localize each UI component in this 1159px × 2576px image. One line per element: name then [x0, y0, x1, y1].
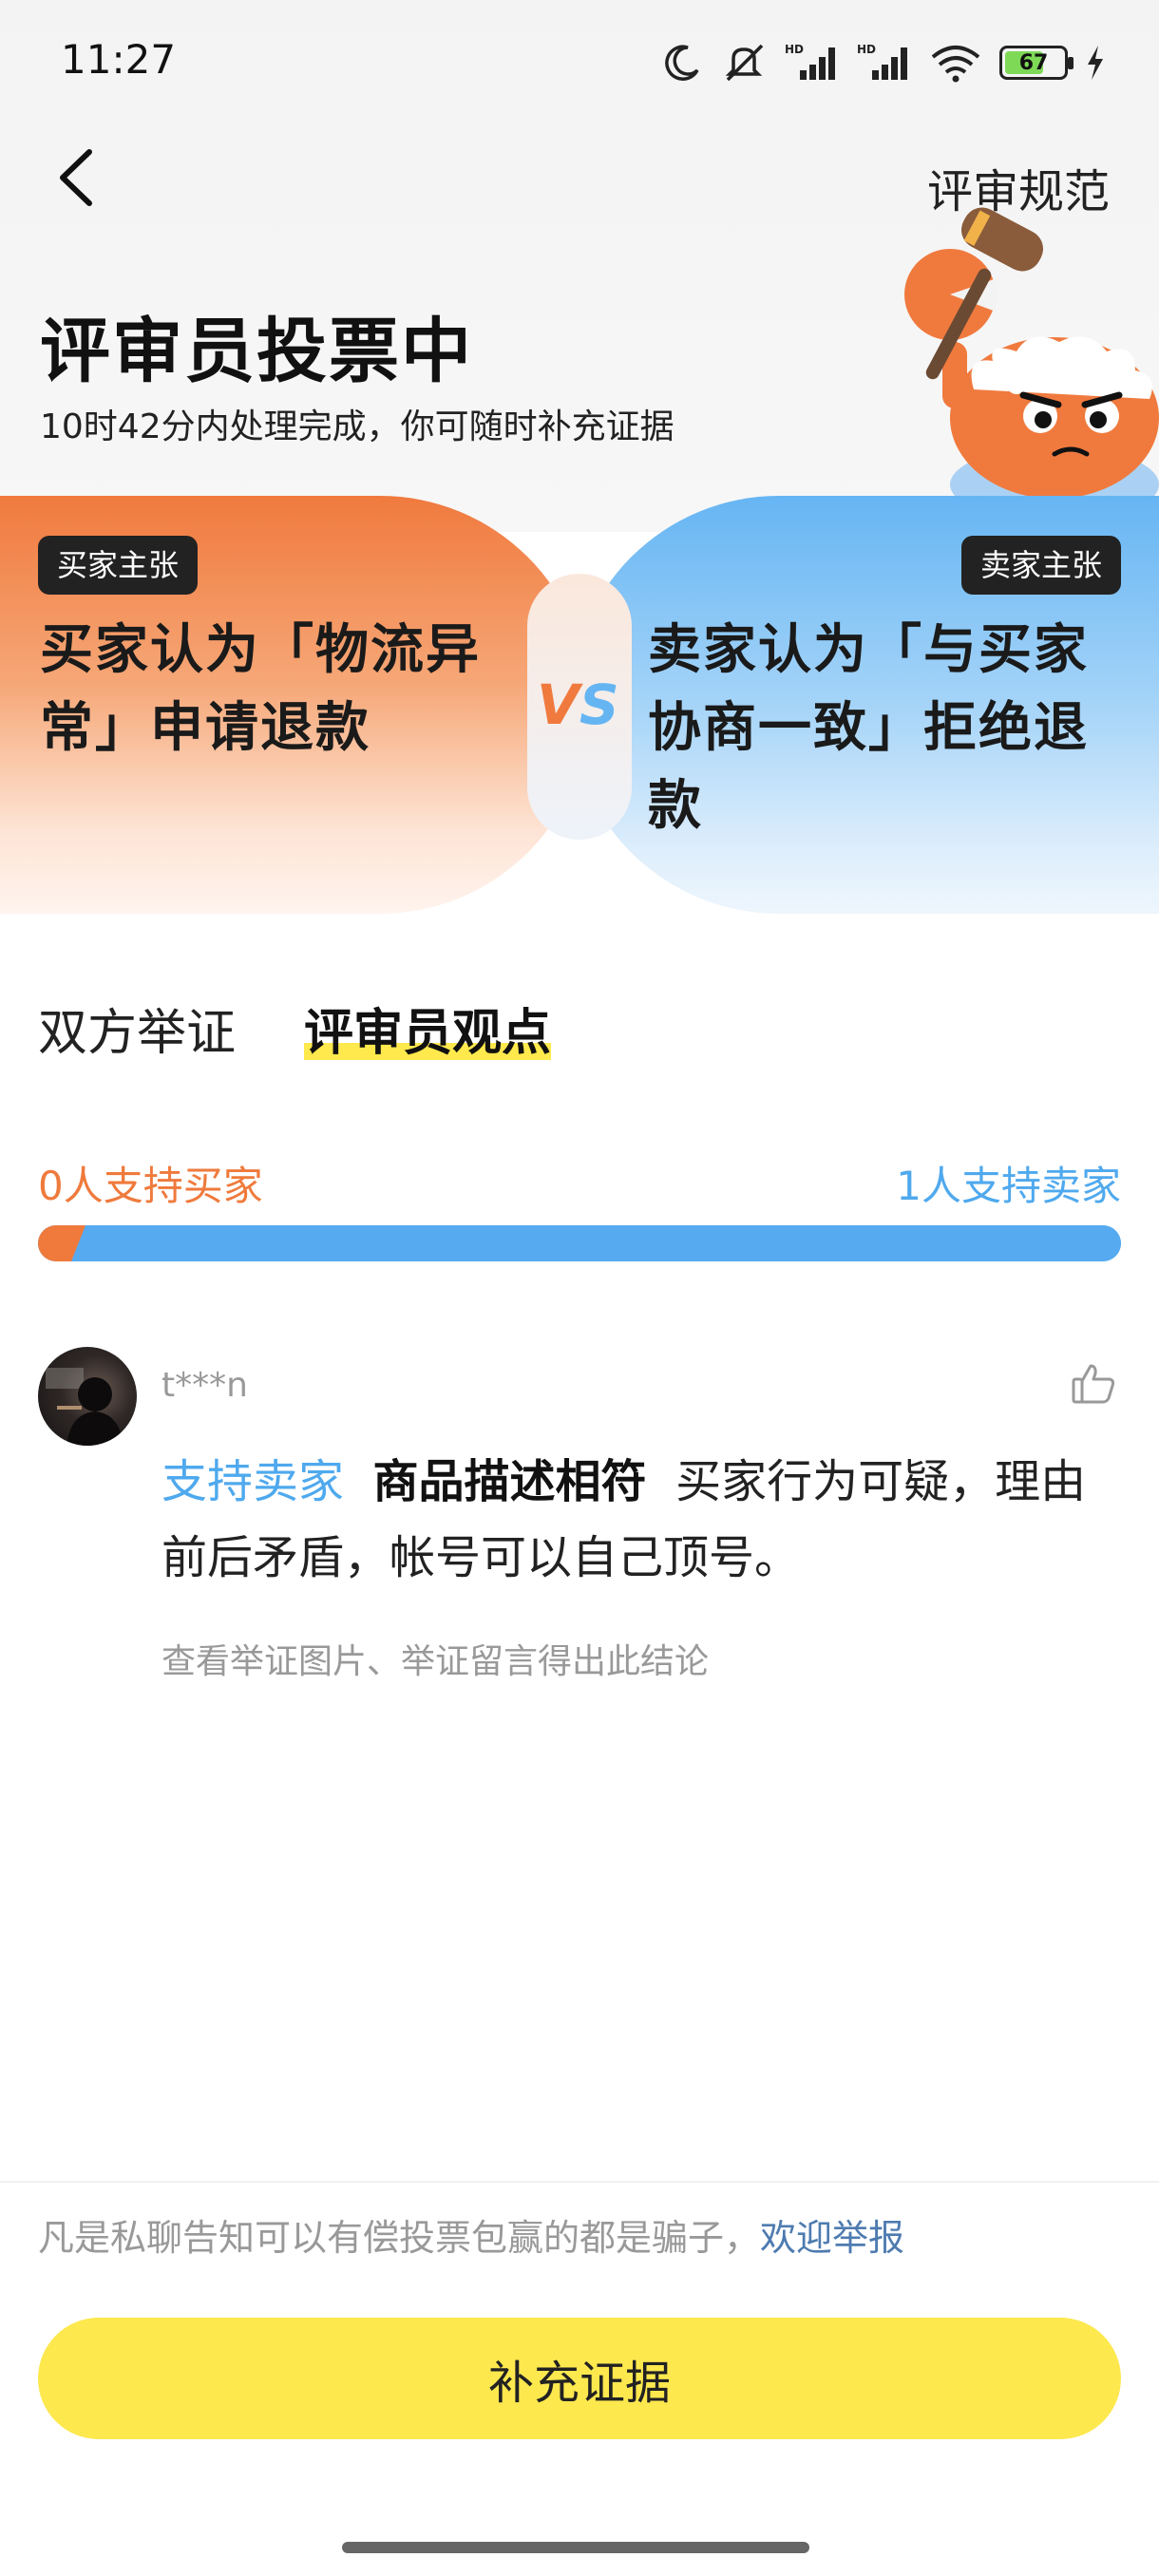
- signal-hd-icon: HD: [857, 43, 907, 80]
- signal-hd-icon: HD: [785, 43, 835, 80]
- chevron-left-icon: [60, 149, 92, 206]
- tab-bar: 双方举证 评审员观点: [38, 993, 552, 1064]
- like-button[interactable]: [1070, 1360, 1117, 1408]
- crab-judge-mascot: [904, 207, 1159, 503]
- opinion-stance: 支持卖家: [162, 1455, 345, 1508]
- scam-warning: 凡是私聊告知可以有偿投票包赢的都是骗子，欢迎举报: [38, 2208, 904, 2261]
- mute-icon: [725, 44, 764, 82]
- buyer-vote-count: 0人支持买家: [38, 1163, 263, 1209]
- buyer-claim-text: 买家认为「物流异常」申请退款: [40, 619, 481, 759]
- tab-reviewer-opinions-label: 评审员观点: [304, 1005, 552, 1062]
- add-evidence-button[interactable]: 补充证据: [38, 2318, 1121, 2439]
- reviewer-username: t***n: [162, 1366, 248, 1405]
- buyer-claim-badge: 买家主张: [38, 536, 199, 595]
- battery-cap: [1068, 57, 1074, 69]
- page-title: 评审员投票中: [40, 311, 473, 392]
- avatar-silhouette: [46, 1368, 124, 1446]
- home-indicator[interactable]: [342, 2542, 809, 2553]
- seller-claim-badge: 卖家主张: [960, 536, 1121, 595]
- avatar[interactable]: [38, 1347, 137, 1446]
- opinion-reason: 商品描述相符: [372, 1455, 647, 1508]
- moon-icon: [665, 45, 699, 81]
- status-bar: 11:27 HD HD 67: [0, 0, 1159, 123]
- svg-text:HD: HD: [857, 43, 876, 56]
- buyer-claim-card: 买家主张 买家认为「物流异常」申请退款: [0, 496, 589, 914]
- status-time: 11:27: [61, 36, 177, 83]
- status-icons: HD HD 67: [661, 34, 1106, 91]
- charging-icon: [1088, 46, 1103, 80]
- vote-bar-seller-segment: [38, 1225, 1121, 1261]
- tab-reviewer-opinions[interactable]: 评审员观点: [304, 993, 552, 1064]
- report-link[interactable]: 欢迎举报: [760, 2217, 904, 2259]
- vote-ratio-bar: [38, 1225, 1121, 1261]
- seller-claim-card: 卖家主张 卖家认为「与买家协商一致」拒绝退款: [570, 496, 1159, 914]
- vs-label: VS: [537, 672, 619, 737]
- wifi-icon: [931, 46, 980, 83]
- thumbs-up-icon: [1072, 1364, 1115, 1404]
- seller-vote-count: 1人支持卖家: [896, 1163, 1121, 1209]
- battery-icon: 67: [999, 46, 1074, 80]
- battery-text: 67: [1018, 50, 1049, 75]
- page-subtitle: 10时42分内处理完成，你可随时补充证据: [40, 407, 674, 446]
- vs-letter-v: V: [537, 672, 580, 737]
- opinion-basis-note: 查看举证图片、举证留言得出此结论: [162, 1642, 710, 1681]
- tab-evidence[interactable]: 双方举证: [38, 993, 236, 1064]
- claims-section: 买家主张 买家认为「物流异常」申请退款 卖家主张 卖家认为「与买家协商一致」拒绝…: [0, 496, 1159, 914]
- seller-claim-text: 卖家认为「与买家协商一致」拒绝退款: [648, 619, 1089, 837]
- scam-warning-text: 凡是私聊告知可以有偿投票包赢的都是骗子，: [38, 2217, 761, 2259]
- back-button[interactable]: [49, 144, 106, 211]
- vs-letter-s: S: [579, 672, 619, 737]
- footer-divider: [0, 2181, 1159, 2183]
- opinion-text: 支持卖家 商品描述相符 买家行为可疑，理由前后矛盾，帐号可以自己顶号。: [162, 1444, 1112, 1596]
- svg-text:HD: HD: [785, 43, 804, 56]
